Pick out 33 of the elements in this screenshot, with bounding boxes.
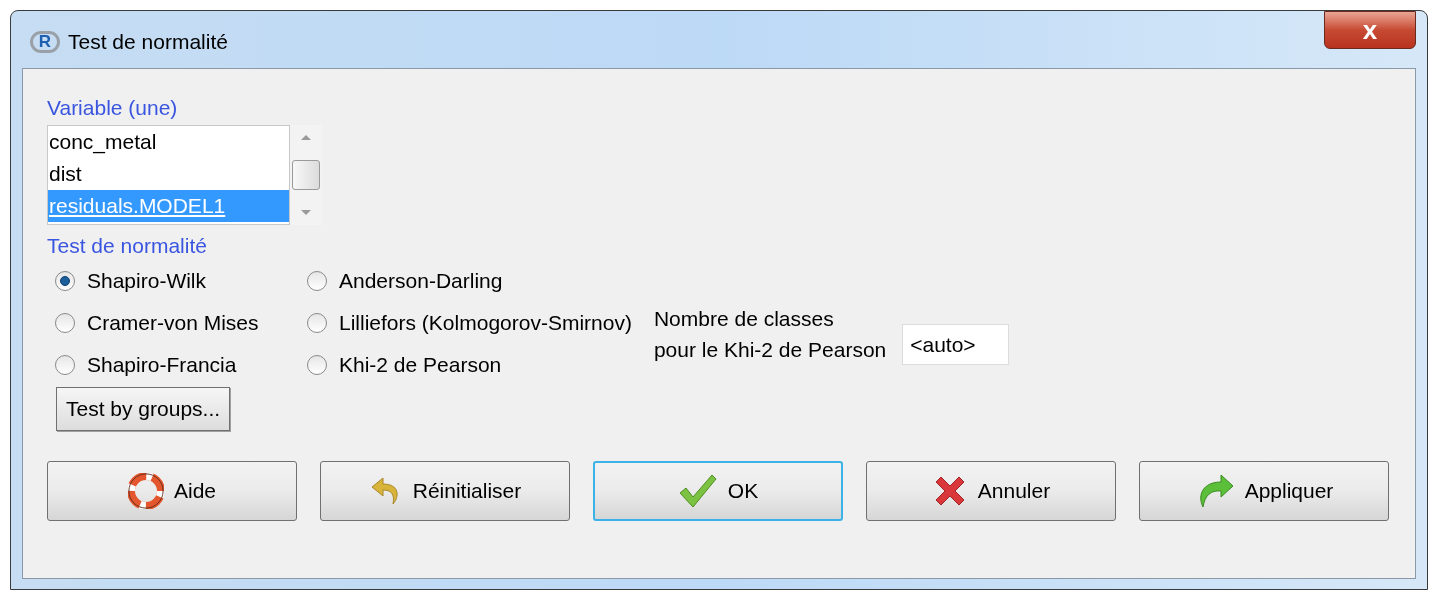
close-button[interactable]: x [1324,11,1416,49]
radio-label: Lilliefors (Kolmogorov-Smirnov) [339,310,632,337]
section-label: Variable (une) [47,95,179,121]
radio-button[interactable] [307,313,327,333]
radio-label: Khi-2 de Pearson [339,352,502,379]
lifebuoy-icon [128,473,164,509]
scroll-up-icon[interactable] [300,133,312,141]
window-title: Test de normalité [68,29,228,55]
dialog-button[interactable]: Aide [47,461,297,521]
radio-button[interactable] [55,355,75,375]
app-icon: R [30,30,60,53]
scroll-down-icon[interactable] [300,209,312,217]
section-label: Test de normalité [47,233,208,259]
radio-button[interactable] [55,271,75,291]
classes-input[interactable]: <auto> [902,324,1010,365]
radio-label: Anderson-Darling [339,268,503,295]
test-by-groups-button[interactable]: Test by groups... [56,387,231,431]
radio-button[interactable] [55,313,75,333]
field-label: Nombre de classes [653,306,835,332]
checkmark-icon [677,473,718,509]
dialog-button[interactable]: OK [593,461,843,521]
scroll-thumb[interactable] [292,160,320,190]
radio-label: Cramer-von Mises [87,310,259,337]
dialog-button[interactable]: Réinitialiser [320,461,570,521]
list-item[interactable]: dist [48,158,289,190]
radio-button[interactable] [307,355,327,375]
dialog-button[interactable]: Annuler [866,461,1116,521]
list-item[interactable]: conc_metal [48,126,289,158]
radio-label: Shapiro-Francia [87,352,237,379]
dialog-button[interactable]: Appliquer [1139,461,1389,521]
field-label: pour le Khi-2 de Pearson [653,337,887,363]
radio-button[interactable] [307,271,327,291]
radio-label: Shapiro-Wilk [87,268,207,295]
